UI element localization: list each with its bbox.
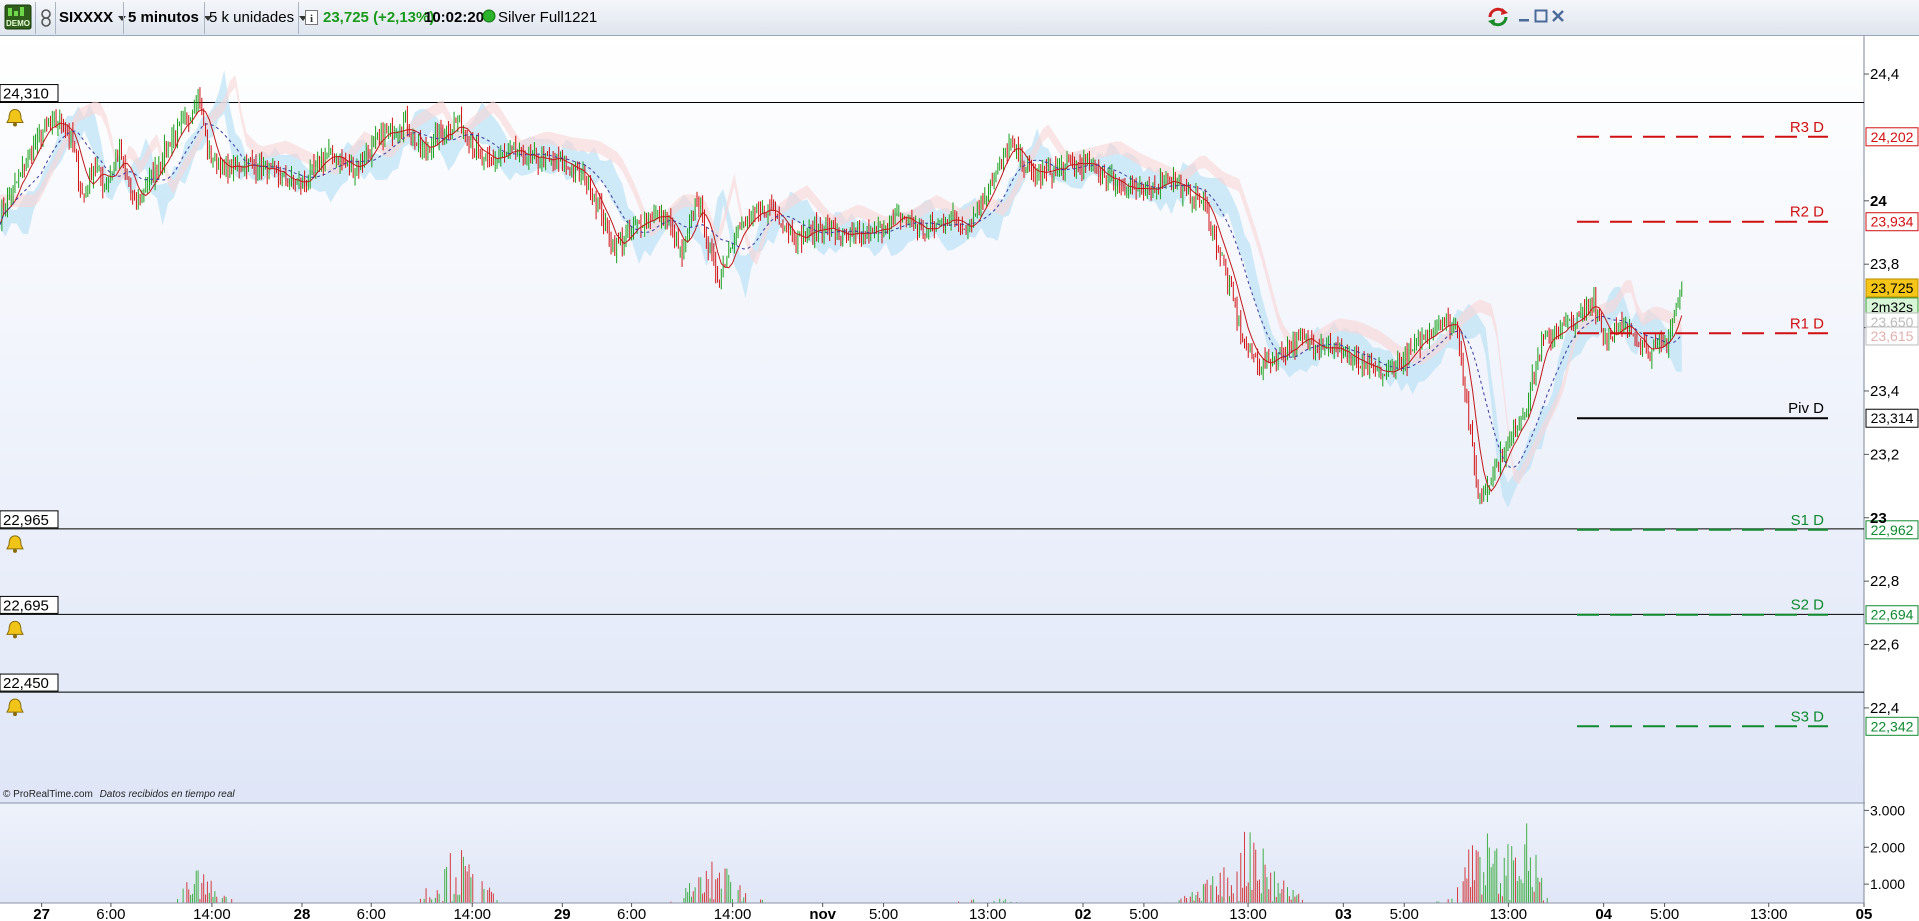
alert-label: 22,695 [3,597,49,614]
pivot-level-label: S3 D [1791,708,1825,725]
pivot-level-tag-text: 24,202 [1871,129,1914,145]
time-tick-label: 5:00 [1650,906,1679,921]
price-tags: 23,7252m32s23,65023,615 [1865,278,1919,346]
time-tick-label: 14:00 [714,906,752,921]
price-tick-label: 22,4 [1870,700,1899,717]
time-tick-label: 02 [1075,906,1092,921]
time-tick-label: nov [809,906,836,921]
alert-label: 22,450 [3,675,49,692]
pivot-level-label: S1 D [1791,512,1825,529]
timeframe-selector[interactable]: 5 minutos [128,4,212,32]
pivot-level-label: R2 D [1790,204,1824,221]
credit-text: © ProRealTime.com [3,789,93,800]
minimize-icon[interactable] [1516,8,1532,24]
time-tick-label: 14:00 [453,906,491,921]
time-tick-label: 13:00 [1750,906,1788,921]
price-tick-label: 23,2 [1870,446,1899,463]
time-tick-label: 27 [33,906,50,921]
close-icon[interactable] [1550,8,1566,24]
time-tick-label: 13:00 [1229,906,1267,921]
time-tick-label: 5:00 [869,906,898,921]
price-tick-label: 23,8 [1870,256,1899,273]
time-tick-label: 14:00 [193,906,231,921]
instrument-name: SIXXXX [59,9,114,26]
price-tick-label: 23 [1870,510,1887,527]
price-chart[interactable]: 24,310 22,965 22,695 22,450 R3 D 24,202 R2 D 2… [0,36,1919,921]
status-dot-icon [482,9,496,37]
alert-label: 22,965 [3,512,49,529]
pivot-level-tag-text: 22,342 [1871,718,1914,734]
footer-credit: © ProRealTime.com Datos recibidos en tie… [3,789,235,800]
account-name: Silver Full1221 [498,9,598,26]
instrument-selector[interactable]: SIXXXX [59,4,127,32]
volume-tick-label: 1.000 [1870,876,1905,892]
price-tick-label: 23,4 [1870,383,1899,400]
price-tick-label: 24 [1870,193,1887,210]
price-tick-label: 22,6 [1870,637,1899,654]
price-tick-label: 22,8 [1870,573,1899,590]
time-tick-label: 03 [1335,906,1352,921]
pivot-level-label: Piv D [1788,400,1824,417]
demo-badge-icon: DEMO [4,4,32,30]
time-axis[interactable]: 27 6:00 14:00 28 6:00 14:00 29 6:00 14:00 nov 5:00… [0,902,1919,921]
time-tick-label: 6:00 [617,906,646,921]
price-tag-text: 23,725 [1871,280,1914,296]
time-tick-label: 13:00 [969,906,1007,921]
time-tick-label: 05 [1856,906,1873,921]
price-tag-faint-red: 23,615 [1865,326,1919,346]
pivot-level-tag: 23,314 [1865,408,1919,428]
alert-label: 24,310 [3,86,49,103]
maximize-icon[interactable] [1533,8,1549,24]
link-icon[interactable] [38,8,54,36]
pivot-level-tag: 24,202 [1865,127,1919,147]
pivot-level-tag: 22,694 [1865,605,1919,625]
pivot-level-tag: 23,934 [1865,212,1919,232]
demo-logo: DEMO [4,3,32,31]
sync-icon[interactable] [1486,6,1510,28]
realtime-text: Datos recibidos en tiempo real [100,789,236,800]
time-tick-label: 6:00 [357,906,386,921]
pivot-level-tag-text: 23,934 [1871,214,1914,230]
volume-tick-label: 3.000 [1870,802,1905,818]
units-label: 5 k unidades [209,9,295,26]
last-price: 23,725 [323,9,369,26]
time-tick-label: 29 [554,906,571,921]
price-tick-label: 24,4 [1870,66,1899,83]
price-tag-last: 23,725 [1865,278,1919,298]
timeframe-label: 5 minutos [128,9,199,26]
quote-time: 10:02:20 [424,9,485,26]
pivot-level-tag-text: 23,314 [1871,410,1914,426]
time-tick-label: 04 [1595,906,1612,921]
time-axis-background [0,903,1919,921]
svg-text:DEMO: DEMO [6,19,30,28]
pivot-level-tag: 22,342 [1865,716,1919,736]
time-tick-label: 5:00 [1390,906,1419,921]
info-icon[interactable]: i [305,10,318,38]
time-tick-label: 5:00 [1129,906,1158,921]
price-quote: 23,725 (+2,13%) [323,4,434,32]
pivot-level-label: S2 D [1791,597,1825,614]
price-tag-text: 23,615 [1871,328,1914,344]
units-selector[interactable]: 5 k unidades [209,4,308,32]
pivot-level-label: R1 D [1790,315,1824,332]
time-tick-label: 13:00 [1490,906,1528,921]
pivot-level-label: R3 D [1790,119,1824,136]
time-tick-label: 28 [294,906,311,921]
toolbar: DEMO SIXXXX 5 minutos 5 k unidades i 23,… [0,0,1919,36]
svg-text:i: i [310,13,313,25]
volume-tick-label: 2.000 [1870,839,1905,855]
pivot-level-tag-text: 22,694 [1871,607,1914,623]
time-tick-label: 6:00 [96,906,125,921]
